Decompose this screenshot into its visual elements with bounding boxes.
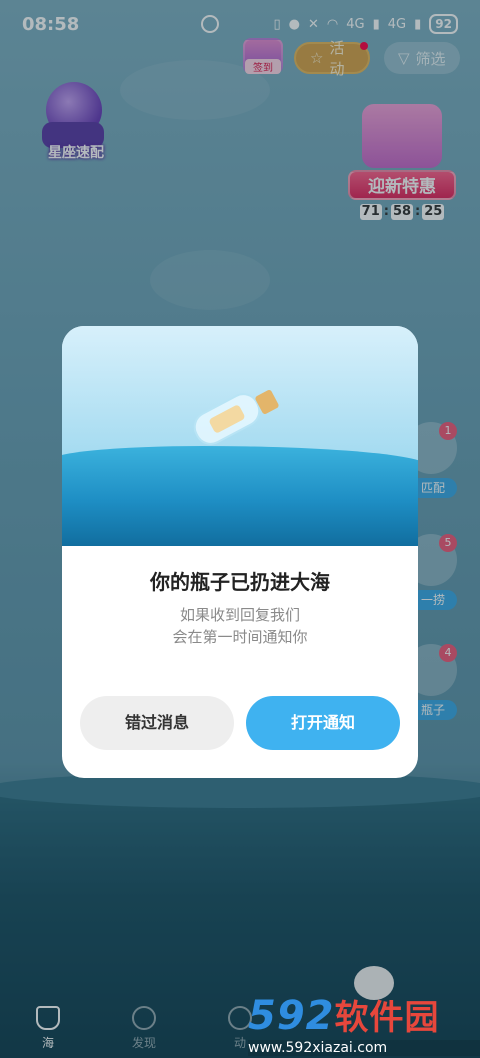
dialog-subtitle: 如果收到回复我们 — [179, 606, 300, 624]
watermark-brand-number: 592 — [248, 993, 335, 1039]
watermark: 592软件园 www.592xiazai.com — [248, 994, 480, 1058]
notification-permission-dialog: 你的瓶子已扔进大海 如果收到回复我们 会在第一时间通知你 错过消息 打开通知 — [62, 326, 418, 778]
watermark-url: www.592xiazai.com — [248, 1040, 480, 1056]
watermark-brand: 592软件园 — [248, 994, 480, 1040]
miss-messages-button[interactable]: 错过消息 — [80, 696, 234, 750]
wave-illustration — [62, 446, 418, 546]
dialog-title: 你的瓶子已扔进大海 — [150, 570, 330, 594]
scroll-icon — [208, 403, 246, 435]
enable-notifications-button[interactable]: 打开通知 — [246, 696, 400, 750]
dialog-subtitle: 会在第一时间通知你 — [172, 628, 308, 646]
watermark-brand-text: 软件园 — [334, 998, 440, 1038]
sea-illustration — [62, 326, 418, 546]
